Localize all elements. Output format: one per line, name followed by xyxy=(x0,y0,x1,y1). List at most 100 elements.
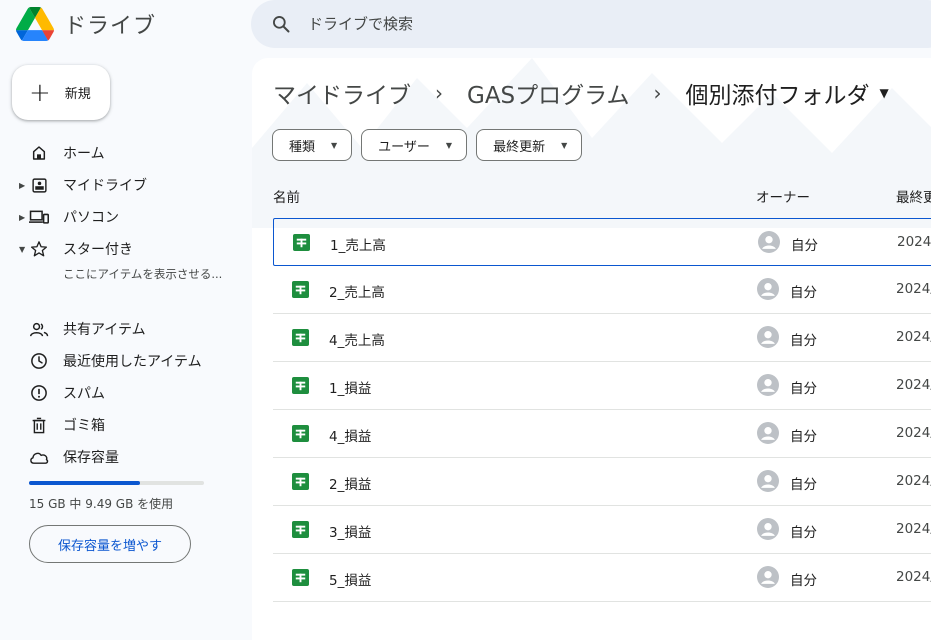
nav-label: スター付き xyxy=(63,242,133,258)
filter-label: 最終更新 xyxy=(493,139,546,155)
breadcrumb: マイドライブ › GASプログラム › 個別添付フォルダ ▼ xyxy=(273,76,889,110)
nav-home[interactable]: ホーム xyxy=(0,137,240,169)
file-name: 1_損益 xyxy=(329,381,372,397)
file-modified: 2024/ xyxy=(896,281,931,297)
nav-storage[interactable]: 保存容量 xyxy=(0,441,240,473)
file-name: 2_損益 xyxy=(329,477,372,493)
file-name: 4_損益 xyxy=(329,429,372,445)
column-name[interactable]: 名前 xyxy=(273,186,300,206)
new-button-label: 新規 xyxy=(64,87,91,102)
avatar-icon xyxy=(757,278,779,300)
computer-icon xyxy=(29,207,49,227)
caret-right-icon[interactable]: ▶ xyxy=(19,181,25,190)
nav-spam[interactable]: スパム xyxy=(0,377,240,409)
file-owner: 自分 xyxy=(790,573,817,589)
nav-label: 保存容量 xyxy=(63,450,119,466)
spam-icon xyxy=(29,383,49,403)
filter-people[interactable]: ユーザー ▼ xyxy=(361,129,468,161)
sheets-icon xyxy=(292,377,309,394)
storage-usage-text: 15 GB 中 9.49 GB を使用 xyxy=(29,497,174,511)
table-row[interactable]: 3_損益 自分 2024/ xyxy=(273,506,931,554)
file-modified: 2024/ xyxy=(896,377,931,393)
nav-computers[interactable]: ▶ パソコン xyxy=(0,201,240,233)
nav-label: ホーム xyxy=(63,146,105,162)
file-modified: 2024/ xyxy=(896,569,931,585)
filter-label: 種類 xyxy=(289,139,316,155)
sheets-icon xyxy=(292,521,309,538)
file-owner: 自分 xyxy=(790,429,817,445)
column-modified[interactable]: 最終更 xyxy=(896,186,931,206)
star-icon xyxy=(29,239,49,259)
table-row[interactable]: 1_損益 自分 2024/ xyxy=(273,362,931,410)
sheets-icon xyxy=(293,234,310,251)
avatar-icon xyxy=(757,374,779,396)
filter-type[interactable]: 種類 ▼ xyxy=(272,129,353,161)
new-button[interactable]: + 新規 xyxy=(12,65,110,120)
dropdown-arrow-icon: ▼ xyxy=(445,140,453,150)
table-row[interactable]: 2_損益 自分 2024/ xyxy=(273,458,931,506)
avatar-icon xyxy=(757,470,779,492)
filter-label: ユーザー xyxy=(378,139,430,155)
nav-label: 共有アイテム xyxy=(63,322,146,338)
storage-meter-fill xyxy=(29,481,140,485)
file-owner: 自分 xyxy=(790,477,817,493)
filter-chips: 種類 ▼ ユーザー ▼ 最終更新 ▼ xyxy=(272,129,591,161)
sheets-icon xyxy=(292,473,309,490)
dropdown-arrow-icon: ▼ xyxy=(331,140,338,150)
nav-recent[interactable]: 最近使用したアイテム xyxy=(0,345,240,377)
nav-trash[interactable]: ゴミ箱 xyxy=(0,409,240,441)
nav-label: 最近使用したアイテム xyxy=(63,354,202,370)
dropdown-arrow-icon: ▼ xyxy=(561,140,568,150)
breadcrumb-root[interactable]: マイドライブ xyxy=(273,76,411,110)
sheets-icon xyxy=(292,569,309,586)
table-row[interactable]: 1_売上高 自分 2024/ xyxy=(273,218,931,266)
file-modified: 2024/ xyxy=(896,425,931,441)
dropdown-arrow-icon[interactable]: ▼ xyxy=(879,86,888,100)
my-drive-icon xyxy=(29,175,49,195)
plus-icon: + xyxy=(29,77,51,108)
drive-logo-icon xyxy=(16,7,54,41)
trash-icon xyxy=(29,415,49,435)
avatar-icon xyxy=(758,231,780,253)
file-modified: 2024/ xyxy=(896,329,931,345)
caret-right-icon[interactable]: ▶ xyxy=(19,213,25,222)
nav-my-drive[interactable]: ▶ マイドライブ xyxy=(0,169,240,201)
search-input[interactable] xyxy=(308,15,808,33)
breadcrumb-parent[interactable]: GASプログラム xyxy=(467,76,629,110)
chevron-right-icon: › xyxy=(653,81,662,105)
table-row[interactable]: 5_損益 自分 2024/ xyxy=(273,554,931,602)
column-owner: オーナー xyxy=(756,190,810,206)
filter-modified[interactable]: 最終更新 ▼ xyxy=(476,129,583,161)
clock-icon xyxy=(29,351,49,371)
file-modified: 2024/ xyxy=(896,473,931,489)
storage-meter xyxy=(29,481,204,485)
avatar-icon xyxy=(757,566,779,588)
table-row[interactable]: 4_売上高 自分 2024/ xyxy=(273,314,931,362)
sheets-icon xyxy=(292,425,309,442)
nav-shared[interactable]: 共有アイテム xyxy=(0,313,240,345)
file-name: 4_売上高 xyxy=(329,333,385,349)
file-owner: 自分 xyxy=(790,285,817,301)
home-icon xyxy=(29,143,49,163)
table-row[interactable]: 4_損益 自分 2024/ xyxy=(273,410,931,458)
file-owner: 自分 xyxy=(790,333,817,349)
drive-logo[interactable]: ドライブ xyxy=(16,6,156,42)
nav-label: パソコン xyxy=(63,210,119,226)
search-bar[interactable] xyxy=(251,0,931,48)
shared-icon xyxy=(29,319,49,339)
caret-down-icon[interactable]: ▼ xyxy=(19,245,25,254)
file-modified: 2024/ xyxy=(896,521,931,537)
table-row[interactable]: 2_売上高 自分 2024/ xyxy=(273,266,931,314)
get-more-storage-button[interactable]: 保存容量を増やす xyxy=(29,525,191,563)
file-modified: 2024/ xyxy=(897,234,931,250)
main-panel: マイドライブ › GASプログラム › 個別添付フォルダ ▼ 種類 ▼ ユーザー… xyxy=(252,58,931,640)
app-title: ドライブ xyxy=(64,14,157,39)
file-name: 5_損益 xyxy=(329,573,372,589)
nav-label: マイドライブ xyxy=(63,178,147,194)
file-owner: 自分 xyxy=(791,238,818,254)
breadcrumb-current[interactable]: 個別添付フォルダ xyxy=(685,76,869,110)
sheets-icon xyxy=(292,281,309,298)
nav-starred[interactable]: ▼ スター付き xyxy=(0,233,240,265)
search-icon[interactable] xyxy=(271,14,291,34)
avatar-icon xyxy=(757,518,779,540)
